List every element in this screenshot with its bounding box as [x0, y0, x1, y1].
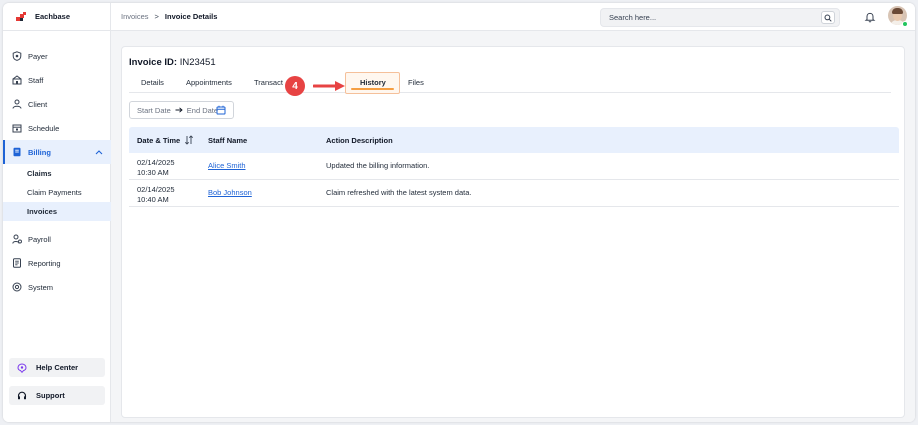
column-header-staff-name: Staff Name	[208, 136, 248, 145]
chevron-up-icon[interactable]	[95, 148, 103, 157]
sidebar-item-system[interactable]: System	[3, 275, 111, 299]
help-icon	[17, 362, 27, 373]
staff-name-link[interactable]: Alice Smith	[208, 161, 246, 170]
table-row: 02/14/2025 10:30 AM Alice Smith Updated …	[129, 153, 899, 180]
cell-date-time: 02/14/2025 10:30 AM	[137, 158, 175, 178]
billing-icon	[12, 147, 22, 157]
tab-history[interactable]: History	[360, 78, 386, 87]
eachbase-logo-icon	[16, 11, 26, 22]
support-button[interactable]: Support	[9, 386, 105, 405]
invoice-id-label: Invoice ID:	[129, 57, 178, 68]
tab-bar: Details Appointments Transact History Fi…	[129, 72, 891, 94]
arrow-right-icon	[175, 106, 183, 115]
sidebar-item-label: Payer	[28, 51, 48, 61]
search-input[interactable]: Search here...	[600, 8, 840, 27]
invoice-card: Invoice ID: IN23451 Details Appointments…	[121, 46, 905, 418]
date-range-picker[interactable]: Start Date End Date	[129, 101, 234, 119]
sidebar-subitem-claim-payments[interactable]: Claim Payments	[3, 183, 111, 202]
invoice-id-value: IN23451	[179, 57, 216, 68]
cell-action-description: Updated the billing information.	[326, 161, 430, 170]
sidebar-item-client[interactable]: Client	[3, 92, 111, 116]
breadcrumb-invoices-link[interactable]: Invoices	[121, 12, 149, 21]
cell-date: 02/14/2025	[137, 185, 175, 194]
sidebar-item-payroll[interactable]: Payroll	[3, 227, 111, 251]
sidebar-subitem-label: Claim Payments	[27, 188, 82, 197]
tab-active-underline	[351, 88, 394, 90]
breadcrumb-current: Invoice Details	[164, 12, 218, 21]
sidebar-item-label: Client	[28, 99, 48, 109]
headset-icon	[17, 391, 27, 401]
sidebar-subitem-label: Invoices	[27, 207, 58, 216]
history-table: Date & Time Staff Name Action Descriptio…	[129, 127, 899, 207]
sidebar-item-label: Reporting	[28, 258, 61, 268]
sidebar-item-label: Schedule	[28, 123, 60, 133]
report-icon	[12, 258, 22, 268]
calendar-icon[interactable]	[216, 105, 226, 115]
staff-name-link[interactable]: Bob Johnson	[208, 188, 252, 197]
sort-icon[interactable]	[184, 135, 194, 145]
tab-appointments[interactable]: Appointments	[186, 78, 232, 87]
column-header-date-time[interactable]: Date & Time	[137, 136, 180, 145]
staff-icon	[12, 75, 22, 85]
sidebar-item-label: Staff	[28, 75, 44, 85]
support-label: Support	[36, 391, 65, 400]
sidebar-item-reporting[interactable]: Reporting	[3, 251, 111, 275]
table-row: 02/14/2025 10:40 AM Bob Johnson Claim re…	[129, 180, 899, 207]
bell-icon[interactable]	[864, 11, 876, 23]
app-window: Eachbase Payer Staff Client Schedule Bil…	[3, 3, 915, 422]
sidebar-item-label: Billing	[28, 147, 51, 157]
calendar-icon	[12, 123, 22, 133]
sidebar-subitem-label: Claims	[27, 169, 52, 178]
cell-time: 10:40 AM	[137, 195, 169, 204]
main-content: Invoice ID: IN23451 Details Appointments…	[111, 31, 915, 422]
sidebar: Eachbase Payer Staff Client Schedule Bil…	[3, 3, 111, 422]
brand: Eachbase	[3, 3, 110, 31]
breadcrumb: Invoices > Invoice Details	[121, 12, 217, 21]
shield-icon	[12, 51, 22, 61]
sidebar-nav: Payer Staff Client Schedule Billing Clai…	[3, 44, 111, 299]
table-header: Date & Time Staff Name Action Descriptio…	[129, 127, 899, 153]
search-placeholder: Search here...	[609, 13, 657, 22]
sidebar-item-payer[interactable]: Payer	[3, 44, 111, 68]
breadcrumb-separator: >	[154, 12, 159, 21]
end-date-placeholder: End Date	[186, 105, 219, 115]
sidebar-subitem-claims[interactable]: Claims	[3, 164, 111, 183]
step-callout-badge: 4	[285, 76, 305, 96]
sidebar-item-schedule[interactable]: Schedule	[3, 116, 111, 140]
help-center-button[interactable]: Help Center	[9, 358, 105, 377]
page-title: Invoice ID: IN23451	[129, 57, 216, 68]
sidebar-item-label: Payroll	[28, 234, 51, 244]
cell-date: 02/14/2025	[137, 158, 175, 167]
system-icon	[12, 282, 22, 292]
tab-files[interactable]: Files	[408, 78, 424, 87]
callout-arrow-icon	[313, 81, 345, 91]
help-center-label: Help Center	[36, 363, 79, 372]
tab-transactions[interactable]: Transact	[254, 78, 283, 87]
sidebar-item-label: System	[28, 282, 54, 292]
start-date-placeholder: Start Date	[137, 105, 171, 115]
cell-date-time: 02/14/2025 10:40 AM	[137, 185, 175, 205]
cell-time: 10:30 AM	[137, 168, 169, 177]
sidebar-item-staff[interactable]: Staff	[3, 68, 111, 92]
payroll-icon	[12, 234, 22, 244]
client-icon	[12, 99, 22, 109]
sidebar-subitem-invoices[interactable]: Invoices	[3, 202, 111, 221]
cell-action-description: Claim refreshed with the latest system d…	[326, 188, 472, 197]
topbar: Invoices > Invoice Details Search here..…	[111, 3, 915, 31]
sidebar-item-billing[interactable]: Billing	[3, 140, 111, 164]
online-status-dot	[902, 21, 908, 27]
search-icon[interactable]	[821, 11, 835, 24]
column-header-action-description: Action Description	[326, 136, 393, 145]
brand-name: Eachbase	[35, 12, 71, 21]
tab-details[interactable]: Details	[141, 78, 164, 87]
